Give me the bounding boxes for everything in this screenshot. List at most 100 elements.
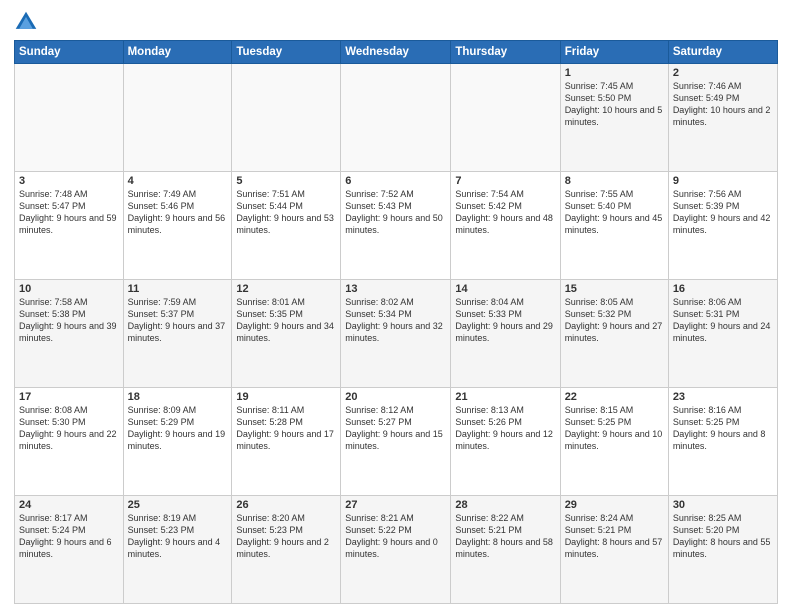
day-info: Sunrise: 8:11 AM Sunset: 5:28 PM Dayligh… (236, 404, 336, 453)
day-number: 5 (236, 175, 336, 187)
day-cell-28: 28Sunrise: 8:22 AM Sunset: 5:21 PM Dayli… (451, 496, 560, 604)
logo (14, 10, 42, 34)
day-info: Sunrise: 7:58 AM Sunset: 5:38 PM Dayligh… (19, 296, 119, 345)
day-number: 30 (673, 499, 773, 511)
day-cell-29: 29Sunrise: 8:24 AM Sunset: 5:21 PM Dayli… (560, 496, 668, 604)
day-number: 3 (19, 175, 119, 187)
day-info: Sunrise: 8:02 AM Sunset: 5:34 PM Dayligh… (345, 296, 446, 345)
day-cell-17: 17Sunrise: 8:08 AM Sunset: 5:30 PM Dayli… (15, 388, 124, 496)
day-number: 8 (565, 175, 664, 187)
logo-icon (14, 10, 38, 34)
day-number: 18 (128, 391, 228, 403)
day-info: Sunrise: 8:09 AM Sunset: 5:29 PM Dayligh… (128, 404, 228, 453)
day-number: 9 (673, 175, 773, 187)
header-cell-saturday: Saturday (668, 41, 777, 64)
day-info: Sunrise: 7:55 AM Sunset: 5:40 PM Dayligh… (565, 188, 664, 237)
day-number: 19 (236, 391, 336, 403)
day-cell-25: 25Sunrise: 8:19 AM Sunset: 5:23 PM Dayli… (123, 496, 232, 604)
day-info: Sunrise: 7:52 AM Sunset: 5:43 PM Dayligh… (345, 188, 446, 237)
day-cell-30: 30Sunrise: 8:25 AM Sunset: 5:20 PM Dayli… (668, 496, 777, 604)
day-info: Sunrise: 8:06 AM Sunset: 5:31 PM Dayligh… (673, 296, 773, 345)
day-info: Sunrise: 8:20 AM Sunset: 5:23 PM Dayligh… (236, 512, 336, 561)
day-number: 25 (128, 499, 228, 511)
day-number: 6 (345, 175, 446, 187)
header-cell-wednesday: Wednesday (341, 41, 451, 64)
week-row-3: 17Sunrise: 8:08 AM Sunset: 5:30 PM Dayli… (15, 388, 778, 496)
day-info: Sunrise: 8:08 AM Sunset: 5:30 PM Dayligh… (19, 404, 119, 453)
day-info: Sunrise: 8:01 AM Sunset: 5:35 PM Dayligh… (236, 296, 336, 345)
day-cell-empty (232, 64, 341, 172)
day-number: 10 (19, 283, 119, 295)
week-row-4: 24Sunrise: 8:17 AM Sunset: 5:24 PM Dayli… (15, 496, 778, 604)
day-cell-2: 2Sunrise: 7:46 AM Sunset: 5:49 PM Daylig… (668, 64, 777, 172)
calendar-body: 1Sunrise: 7:45 AM Sunset: 5:50 PM Daylig… (15, 64, 778, 604)
day-number: 29 (565, 499, 664, 511)
day-cell-19: 19Sunrise: 8:11 AM Sunset: 5:28 PM Dayli… (232, 388, 341, 496)
day-number: 15 (565, 283, 664, 295)
day-cell-empty (341, 64, 451, 172)
day-cell-9: 9Sunrise: 7:56 AM Sunset: 5:39 PM Daylig… (668, 172, 777, 280)
day-number: 13 (345, 283, 446, 295)
day-cell-5: 5Sunrise: 7:51 AM Sunset: 5:44 PM Daylig… (232, 172, 341, 280)
day-info: Sunrise: 8:05 AM Sunset: 5:32 PM Dayligh… (565, 296, 664, 345)
header-cell-friday: Friday (560, 41, 668, 64)
day-number: 11 (128, 283, 228, 295)
day-info: Sunrise: 8:24 AM Sunset: 5:21 PM Dayligh… (565, 512, 664, 561)
day-number: 2 (673, 67, 773, 79)
day-info: Sunrise: 7:46 AM Sunset: 5:49 PM Dayligh… (673, 80, 773, 129)
header-cell-sunday: Sunday (15, 41, 124, 64)
calendar-table: SundayMondayTuesdayWednesdayThursdayFrid… (14, 40, 778, 604)
day-info: Sunrise: 8:25 AM Sunset: 5:20 PM Dayligh… (673, 512, 773, 561)
header-cell-tuesday: Tuesday (232, 41, 341, 64)
day-cell-6: 6Sunrise: 7:52 AM Sunset: 5:43 PM Daylig… (341, 172, 451, 280)
day-info: Sunrise: 8:21 AM Sunset: 5:22 PM Dayligh… (345, 512, 446, 561)
header-cell-thursday: Thursday (451, 41, 560, 64)
day-cell-4: 4Sunrise: 7:49 AM Sunset: 5:46 PM Daylig… (123, 172, 232, 280)
day-cell-24: 24Sunrise: 8:17 AM Sunset: 5:24 PM Dayli… (15, 496, 124, 604)
day-number: 22 (565, 391, 664, 403)
day-info: Sunrise: 7:56 AM Sunset: 5:39 PM Dayligh… (673, 188, 773, 237)
day-info: Sunrise: 8:13 AM Sunset: 5:26 PM Dayligh… (455, 404, 555, 453)
day-cell-1: 1Sunrise: 7:45 AM Sunset: 5:50 PM Daylig… (560, 64, 668, 172)
day-info: Sunrise: 7:54 AM Sunset: 5:42 PM Dayligh… (455, 188, 555, 237)
day-cell-3: 3Sunrise: 7:48 AM Sunset: 5:47 PM Daylig… (15, 172, 124, 280)
day-info: Sunrise: 8:12 AM Sunset: 5:27 PM Dayligh… (345, 404, 446, 453)
day-cell-15: 15Sunrise: 8:05 AM Sunset: 5:32 PM Dayli… (560, 280, 668, 388)
day-cell-empty (15, 64, 124, 172)
day-info: Sunrise: 8:16 AM Sunset: 5:25 PM Dayligh… (673, 404, 773, 453)
day-number: 7 (455, 175, 555, 187)
day-info: Sunrise: 7:59 AM Sunset: 5:37 PM Dayligh… (128, 296, 228, 345)
day-cell-empty (123, 64, 232, 172)
day-number: 1 (565, 67, 664, 79)
day-number: 17 (19, 391, 119, 403)
day-cell-empty (451, 64, 560, 172)
header (14, 10, 778, 34)
day-info: Sunrise: 7:49 AM Sunset: 5:46 PM Dayligh… (128, 188, 228, 237)
day-number: 23 (673, 391, 773, 403)
day-cell-16: 16Sunrise: 8:06 AM Sunset: 5:31 PM Dayli… (668, 280, 777, 388)
day-cell-22: 22Sunrise: 8:15 AM Sunset: 5:25 PM Dayli… (560, 388, 668, 496)
calendar-header-row: SundayMondayTuesdayWednesdayThursdayFrid… (15, 41, 778, 64)
day-cell-21: 21Sunrise: 8:13 AM Sunset: 5:26 PM Dayli… (451, 388, 560, 496)
day-info: Sunrise: 8:15 AM Sunset: 5:25 PM Dayligh… (565, 404, 664, 453)
day-number: 26 (236, 499, 336, 511)
week-row-1: 3Sunrise: 7:48 AM Sunset: 5:47 PM Daylig… (15, 172, 778, 280)
day-number: 27 (345, 499, 446, 511)
day-cell-23: 23Sunrise: 8:16 AM Sunset: 5:25 PM Dayli… (668, 388, 777, 496)
day-cell-8: 8Sunrise: 7:55 AM Sunset: 5:40 PM Daylig… (560, 172, 668, 280)
day-cell-10: 10Sunrise: 7:58 AM Sunset: 5:38 PM Dayli… (15, 280, 124, 388)
day-number: 16 (673, 283, 773, 295)
day-cell-7: 7Sunrise: 7:54 AM Sunset: 5:42 PM Daylig… (451, 172, 560, 280)
day-cell-14: 14Sunrise: 8:04 AM Sunset: 5:33 PM Dayli… (451, 280, 560, 388)
header-cell-monday: Monday (123, 41, 232, 64)
page: SundayMondayTuesdayWednesdayThursdayFrid… (0, 0, 792, 612)
day-info: Sunrise: 8:17 AM Sunset: 5:24 PM Dayligh… (19, 512, 119, 561)
day-number: 12 (236, 283, 336, 295)
day-info: Sunrise: 7:48 AM Sunset: 5:47 PM Dayligh… (19, 188, 119, 237)
day-number: 4 (128, 175, 228, 187)
day-number: 20 (345, 391, 446, 403)
day-cell-12: 12Sunrise: 8:01 AM Sunset: 5:35 PM Dayli… (232, 280, 341, 388)
day-info: Sunrise: 7:51 AM Sunset: 5:44 PM Dayligh… (236, 188, 336, 237)
day-cell-20: 20Sunrise: 8:12 AM Sunset: 5:27 PM Dayli… (341, 388, 451, 496)
day-cell-13: 13Sunrise: 8:02 AM Sunset: 5:34 PM Dayli… (341, 280, 451, 388)
